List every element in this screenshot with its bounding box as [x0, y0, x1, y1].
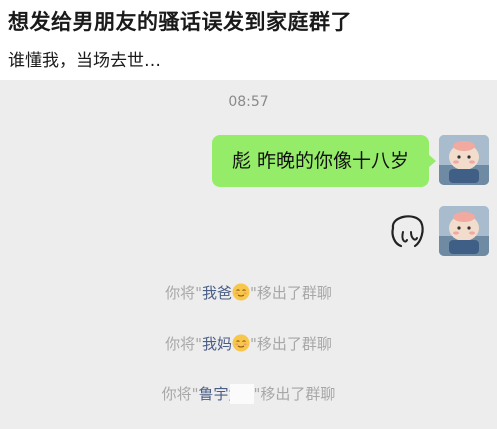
avatar[interactable] [439, 135, 489, 185]
relieved-face-icon [232, 334, 250, 352]
message-timestamp: 08:57 [228, 94, 269, 110]
post-subtitle: 谁懂我，当场去世… [8, 51, 161, 71]
system-message-suffix: "移出了群聊 [250, 284, 332, 302]
avatar-image-icon [439, 135, 489, 185]
sticker-message[interactable] [385, 206, 429, 256]
member-name-link[interactable]: 我爸 [202, 284, 232, 302]
sticker-doodle-icon [385, 206, 429, 256]
relieved-face-icon [232, 283, 250, 301]
avatar[interactable] [439, 206, 489, 256]
system-message: 你将"鲁宇竟 "移出了群聊 [0, 383, 497, 404]
system-message-prefix: 你将" [165, 284, 202, 302]
redaction-blur [229, 384, 254, 404]
system-message-prefix: 你将" [165, 335, 202, 353]
system-message-suffix: "移出了群聊 [250, 335, 332, 353]
avatar-image-icon [439, 206, 489, 256]
sent-message-bubble[interactable]: 彪 昨晚的你像十八岁 [211, 135, 437, 187]
post-title: 想发给男朋友的骚话误发到家庭群了 [8, 10, 352, 34]
chat-window: 08:57 彪 昨晚的你像十八岁 你将"我爸 "移出了群聊 你将"我妈 "移出了… [0, 80, 497, 429]
system-message-suffix: "移出了群聊 [253, 385, 336, 403]
system-message: 你将"我爸 "移出了群聊 [0, 282, 497, 303]
member-name-link[interactable]: 我妈 [202, 335, 232, 353]
system-message: 你将"我妈 "移出了群聊 [0, 333, 497, 354]
system-message-prefix: 你将" [161, 385, 199, 403]
